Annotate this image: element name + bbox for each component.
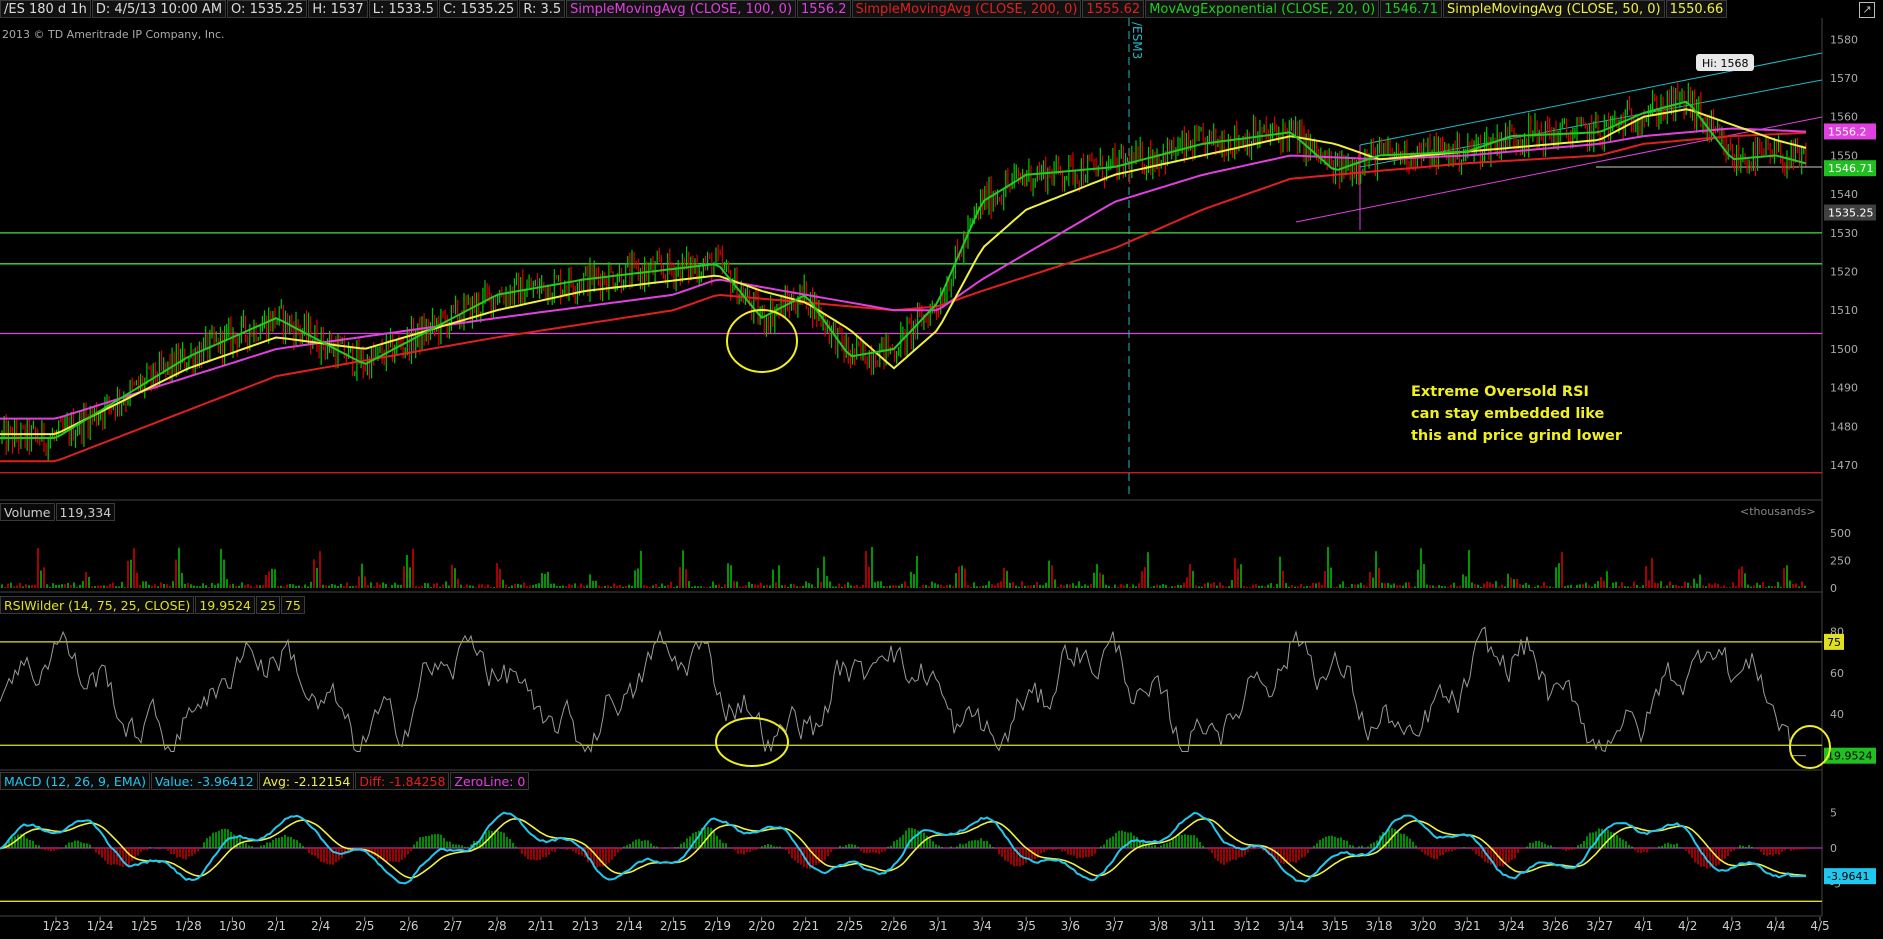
x-axis-label: 3/7 <box>1105 919 1124 933</box>
x-axis-label: 2/5 <box>355 919 374 933</box>
price-axis-tick: 1540 <box>1830 188 1858 201</box>
x-axis-label: 3/18 <box>1366 919 1393 933</box>
rsi-value-badge-text-1: 75 <box>1827 636 1841 649</box>
x-axis-label: 1/25 <box>131 919 158 933</box>
x-axis-label: 2/6 <box>399 919 418 933</box>
price-bars <box>1 82 1807 462</box>
macd-value-badge-text: -3.9641 <box>1827 870 1869 883</box>
price-axis-tick: 1530 <box>1830 227 1858 240</box>
volume-bars <box>1 546 1806 588</box>
x-axis-label: 4/4 <box>1766 919 1785 933</box>
price-axis-tick: 1510 <box>1830 304 1858 317</box>
price-highlight-circle <box>726 309 798 373</box>
x-axis-label: 2/4 <box>311 919 330 933</box>
x-axis-label: 3/12 <box>1233 919 1260 933</box>
x-axis-label: 2/13 <box>572 919 599 933</box>
price-axis-tick: 1490 <box>1830 382 1858 395</box>
macd-axis-tick: 5 <box>1830 806 1837 819</box>
x-axis-label: 2/19 <box>704 919 731 933</box>
price-value-badge-text-3: 1535.25 <box>1828 207 1874 220</box>
x-axis-label: 2/25 <box>836 919 863 933</box>
x-axis-label: 3/1 <box>928 919 947 933</box>
x-axis-label: 2/7 <box>443 919 462 933</box>
x-axis-label: 3/8 <box>1149 919 1168 933</box>
price-axis-tick: 1520 <box>1830 266 1858 279</box>
x-axis-label: 3/6 <box>1061 919 1080 933</box>
chart-canvas[interactable]: /ESM3 1470 1480 1490 1500 1510 1520 1530 1540 155… <box>0 0 1883 939</box>
rsi-highlight-circle-1 <box>715 717 789 767</box>
volume-axis-tick: 0 <box>1830 582 1837 595</box>
expiry-marker-label: /ESM3 <box>1130 22 1144 59</box>
rsi-highlight-circle-2 <box>1789 725 1831 769</box>
x-axis-label: 3/15 <box>1321 919 1348 933</box>
x-axis-label: 3/24 <box>1498 919 1525 933</box>
rsi-value-badge-text-2: 19.9524 <box>1827 750 1873 763</box>
volume-axis-tick: 500 <box>1830 527 1851 540</box>
x-axis-label: 3/26 <box>1542 919 1569 933</box>
volume-axis-tick: 250 <box>1830 555 1851 568</box>
sma200-line <box>0 131 1807 463</box>
x-axis-label: 2/20 <box>748 919 775 933</box>
rsi-axis-tick: 40 <box>1830 708 1844 721</box>
x-axis-label: 2/8 <box>487 919 506 933</box>
rsi-line <box>0 626 1806 757</box>
x-axis-label: 1/30 <box>219 919 246 933</box>
x-axis-label: 4/2 <box>1678 919 1697 933</box>
price-axis-tick: 1480 <box>1830 420 1858 433</box>
x-axis-label: 4/3 <box>1722 919 1741 933</box>
macd-axis-tick: 0 <box>1830 842 1837 855</box>
x-axis-label: 2/14 <box>616 919 643 933</box>
x-axis-label: 3/11 <box>1189 919 1216 933</box>
x-axis-label: 3/5 <box>1017 919 1036 933</box>
x-axis-label: 1/23 <box>43 919 70 933</box>
price-axis-tick: 1560 <box>1830 111 1858 124</box>
high-label-text: Hi: 1568 <box>1702 57 1749 70</box>
price-value-badge-text-2: 1546.71 <box>1828 162 1874 175</box>
sma100-line <box>0 127 1807 420</box>
x-axis-label: 3/4 <box>972 919 991 933</box>
x-axis-label: 3/27 <box>1586 919 1613 933</box>
x-axis-label: 3/21 <box>1454 919 1481 933</box>
x-axis-label: 1/28 <box>175 919 202 933</box>
x-axis-label: 1/24 <box>87 919 114 933</box>
price-axis-tick: 1470 <box>1830 459 1858 472</box>
x-axis-label: 3/14 <box>1277 919 1304 933</box>
x-axis-label: 2/26 <box>880 919 907 933</box>
price-axis-tick: 1500 <box>1830 343 1858 356</box>
ema20-line <box>0 100 1807 439</box>
price-axis-tick: 1570 <box>1830 72 1858 85</box>
x-axis-label: 2/15 <box>660 919 687 933</box>
rsi-axis-tick: 60 <box>1830 667 1844 680</box>
price-axis-tick: 1580 <box>1830 33 1858 46</box>
sma50-line <box>0 108 1807 436</box>
x-axis-label: 2/1 <box>267 919 286 933</box>
x-axis-label: 3/20 <box>1410 919 1437 933</box>
price-value-badge-text-1: 1556.2 <box>1828 125 1867 138</box>
x-axis-label: 4/5 <box>1810 919 1829 933</box>
x-axis-label: 2/11 <box>528 919 555 933</box>
x-axis-label: 4/1 <box>1634 919 1653 933</box>
x-axis-label: 2/21 <box>792 919 819 933</box>
